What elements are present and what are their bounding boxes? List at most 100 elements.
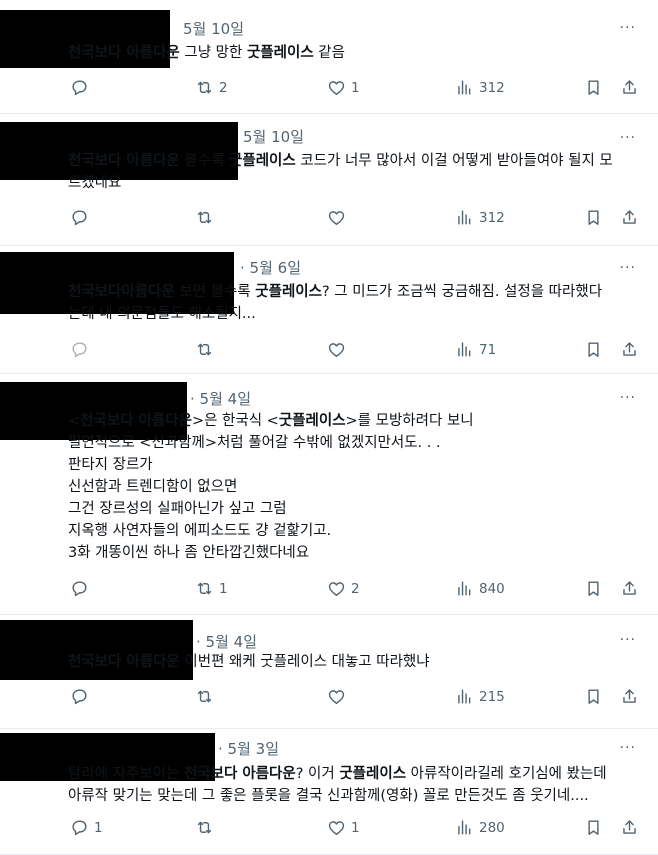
tweet-date[interactable]: · 5월 3일 [218, 738, 279, 759]
reply-button[interactable] [70, 340, 94, 359]
tweet-text-line: 판타지 장르가 [68, 454, 644, 476]
views-button[interactable]: 312 [455, 208, 505, 227]
tweet[interactable]: · 5월 4일 ··· <천국보다 아름다운>은 한국식 <굿플레이스>를 모방하려… [0, 373, 658, 615]
like-icon [328, 81, 345, 95]
text-segment: >를 모방하려다 보니 [345, 413, 474, 429]
tweet-text: 천국보다 아름다운 이번편 왜케 굿플레이스 대놓고 따라했냐 [68, 651, 644, 673]
text-segment: 아류작이라길레 호기심에 봤는데 [406, 766, 607, 782]
views-icon [458, 210, 471, 225]
reply-button[interactable]: 1 [70, 818, 103, 837]
reply-icon [72, 689, 87, 705]
like-button[interactable]: 1 [327, 78, 360, 97]
bold-keyword: 천국보다 아름다운 [68, 45, 180, 61]
text-segment: 3화 개똥이씬 하나 좀 안타깝긴했다네요 [68, 545, 310, 561]
retweet-button[interactable] [195, 340, 219, 359]
bookmark-icon [588, 210, 599, 225]
share-icon [623, 80, 636, 94]
reply-button[interactable] [70, 687, 94, 706]
like-count: 2 [351, 580, 360, 597]
bookmark-button[interactable] [584, 687, 603, 706]
tweet-actions: 215 [0, 687, 658, 711]
tweet-date[interactable]: · 5월 6일 [240, 257, 301, 278]
retweet-button[interactable] [195, 687, 219, 706]
text-segment: 탐라에 자주보이는 [68, 766, 184, 782]
tweet[interactable]: · 5월 3일 ··· 탐라에 자주보이는 천국보다 아름다운? 이거 굿플레이스 … [0, 728, 658, 855]
share-button[interactable] [620, 78, 639, 97]
reply-count: 1 [94, 819, 103, 836]
tweet[interactable]: 5월 10일 ··· 천국보다 아름다운 볼수록 굿플레이스 코드가 너무 많아서 … [0, 113, 658, 246]
text-segment: 는데 내 의문점들도 해소될지... [68, 306, 256, 322]
retweet-icon [197, 690, 212, 703]
share-button[interactable] [620, 579, 639, 598]
text-segment: 같음 [313, 45, 345, 61]
retweet-button[interactable] [195, 208, 219, 227]
tweet-text-line: 지옥행 사연자들의 에피소드도 걍 겉핥기고. [68, 520, 644, 542]
retweet-icon [197, 582, 212, 595]
bold-keyword: 천국보다 아름다운 [68, 153, 180, 169]
text-segment: 그냥 망한 [179, 45, 247, 61]
retweet-button[interactable]: 2 [195, 78, 228, 97]
tweet-date[interactable]: · 5월 4일 [190, 388, 251, 409]
bookmark-button[interactable] [584, 208, 603, 227]
share-icon [623, 581, 636, 595]
share-button[interactable] [620, 208, 639, 227]
share-button[interactable] [620, 340, 639, 359]
views-count: 840 [479, 580, 505, 597]
more-options-icon[interactable]: ··· [620, 20, 636, 36]
retweet-count: 2 [219, 79, 228, 96]
tweet-text: 탐라에 자주보이는 천국보다 아름다운? 이거 굿플레이스 아류작이라길레 호기… [68, 763, 644, 807]
like-count: 1 [351, 79, 360, 96]
reply-icon [72, 80, 87, 96]
text-segment: >은 한국식 < [191, 413, 279, 429]
text-segment: 신선함과 트렌디함이 없으면 [68, 479, 238, 495]
more-options-icon[interactable]: ··· [620, 632, 636, 648]
tweet-date[interactable]: 5월 10일 [183, 18, 244, 39]
tweet-text: <천국보다 아름다운>은 한국식 <굿플레이스>를 모방하려다 보니 필연적으로 … [68, 410, 644, 564]
retweet-button[interactable] [195, 818, 219, 837]
tweet[interactable]: · 5월 4일 ··· 천국보다 아름다운 이번편 왜케 굿플레이스 대놓고 따라했… [0, 614, 658, 729]
like-button[interactable] [327, 208, 351, 227]
bookmark-button[interactable] [584, 818, 603, 837]
views-button[interactable]: 280 [455, 818, 505, 837]
share-button[interactable] [620, 687, 639, 706]
text-segment: 르겠네요 [68, 175, 122, 191]
tweet-text-line: 신선함과 트렌디함이 없으면 [68, 476, 644, 498]
bookmark-button[interactable] [584, 78, 603, 97]
tweet[interactable]: 5월 10일 ··· 천국보다 아름다운 그냥 망한 굿플레이스 같음 2 1 312 [0, 0, 658, 114]
tweet-actions: 1 2 840 [0, 579, 658, 603]
tweet-text-line: 3화 개똥이씬 하나 좀 안타깝긴했다네요 [68, 542, 644, 564]
like-button[interactable]: 2 [327, 579, 360, 598]
tweet-date[interactable]: · 5월 4일 [196, 631, 257, 652]
views-button[interactable]: 71 [455, 340, 496, 359]
more-options-icon[interactable]: ··· [620, 390, 636, 406]
like-button[interactable]: 1 [327, 818, 360, 837]
bold-keyword: 천국보다 아름다운 [80, 413, 192, 429]
retweet-icon [197, 821, 212, 834]
tweet-date[interactable]: 5월 10일 [243, 126, 304, 147]
views-button[interactable]: 840 [455, 579, 505, 598]
bookmark-button[interactable] [584, 340, 603, 359]
tweet[interactable]: · 5월 6일 ··· 천국보다아름다운 보면 볼수록 굿플레이스? 그 미드가 조… [0, 245, 658, 374]
tweet-actions: 312 [0, 208, 658, 232]
share-button[interactable] [620, 818, 639, 837]
tweet-text-line: 천국보다아름다운 보면 볼수록 굿플레이스? 그 미드가 조금씩 궁금해짐. 설… [68, 281, 644, 303]
reply-button[interactable] [70, 208, 94, 227]
reply-button[interactable] [70, 78, 94, 97]
reply-button[interactable] [70, 579, 94, 598]
views-icon [458, 581, 471, 596]
tweet-text-line: 천국보다 아름다운 볼수록 굿플레이스 코드가 너무 많아서 이걸 어떻게 받아… [68, 150, 644, 172]
like-button[interactable] [327, 340, 351, 359]
reply-icon [72, 210, 87, 226]
more-options-icon[interactable]: ··· [620, 740, 636, 756]
views-button[interactable]: 312 [455, 78, 505, 97]
views-count: 280 [479, 819, 505, 836]
more-options-icon[interactable]: ··· [620, 130, 636, 146]
bold-keyword: 굿플레이스 [255, 284, 322, 300]
retweet-button[interactable]: 1 [195, 579, 228, 598]
more-options-icon[interactable]: ··· [620, 260, 636, 276]
text-segment: ? 이거 [295, 766, 340, 782]
like-button[interactable] [327, 687, 351, 706]
text-segment: 볼수록 [179, 153, 230, 169]
bookmark-button[interactable] [584, 579, 603, 598]
views-button[interactable]: 215 [455, 687, 505, 706]
